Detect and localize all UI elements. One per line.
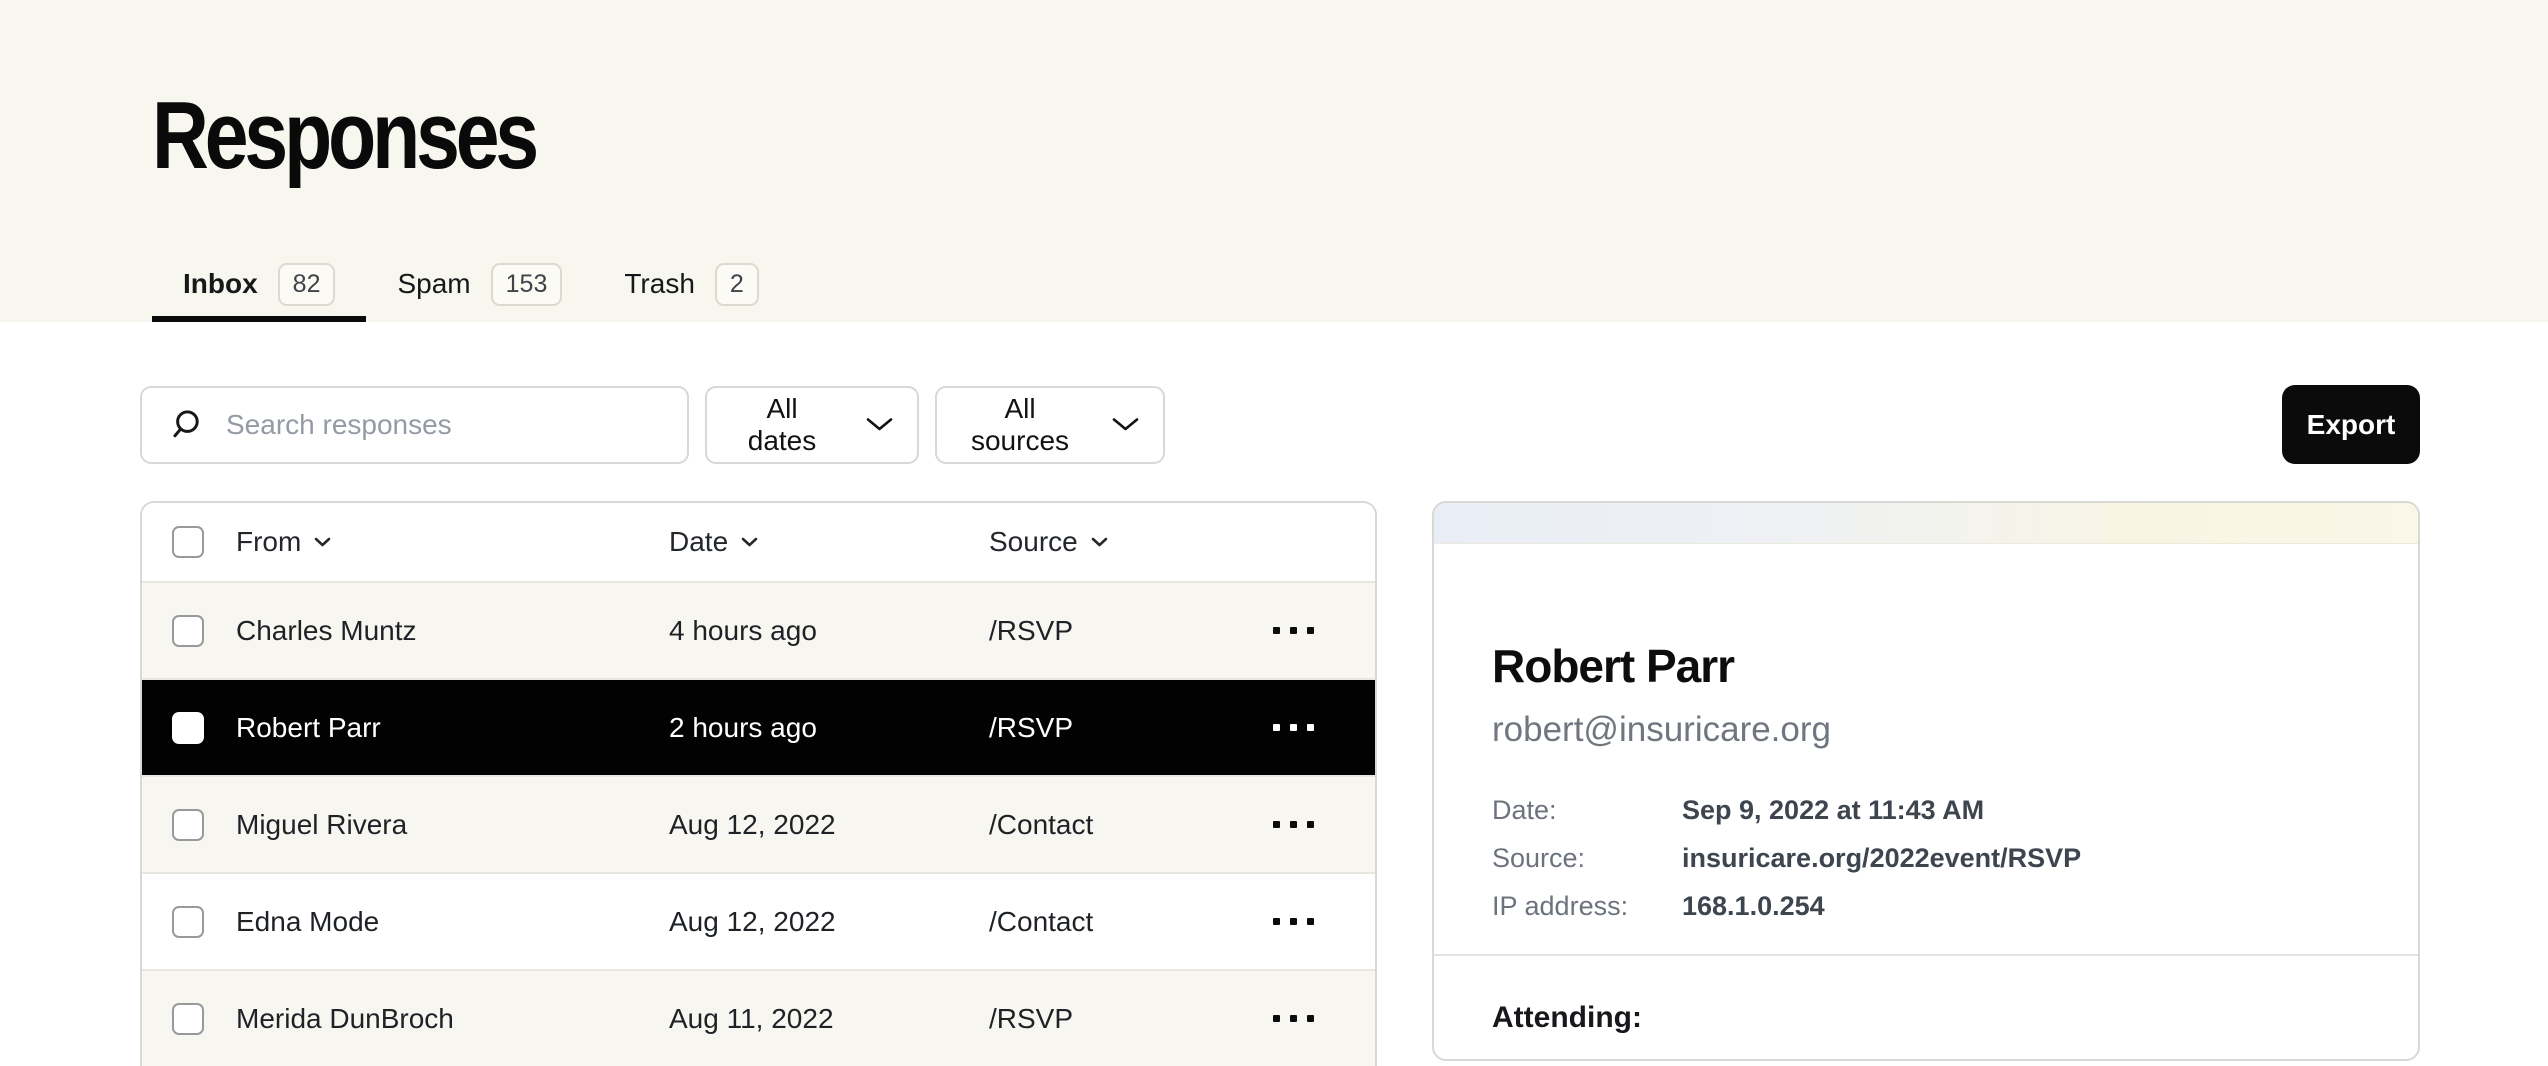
row-checkbox[interactable] <box>172 906 204 938</box>
row-from-cell: Charles Muntz <box>236 615 669 647</box>
row-more-button[interactable] <box>1267 1001 1320 1036</box>
table-row[interactable]: Miguel Rivera Aug 12, 2022 /Contact <box>142 777 1375 872</box>
ellipsis-icon <box>1307 627 1314 634</box>
row-checkbox[interactable] <box>172 615 204 647</box>
date-filter-label: All dates <box>734 393 830 457</box>
ellipsis-icon <box>1273 918 1280 925</box>
meta-value: Sep 9, 2022 at 11:43 AM <box>1682 797 1984 824</box>
table-row[interactable]: Charles Muntz 4 hours ago /RSVP <box>142 583 1375 678</box>
respondent-email: robert@insuricare.org <box>1492 710 2358 750</box>
tab-inbox[interactable]: Inbox 82 <box>152 252 366 322</box>
row-date-cell: 2 hours ago <box>669 712 989 744</box>
export-button[interactable]: Export <box>2282 385 2420 464</box>
tab-label: Trash <box>624 268 695 300</box>
tab-spam[interactable]: Spam 153 <box>366 252 593 322</box>
row-more-button[interactable] <box>1267 807 1320 842</box>
row-source-cell: /Contact <box>989 809 1239 841</box>
chevron-down-icon <box>866 417 893 432</box>
detail-body: Robert Parr robert@insuricare.org Date: … <box>1434 544 2418 1035</box>
source-filter-label: All sources <box>964 393 1076 457</box>
tab-label: Inbox <box>183 268 258 300</box>
ellipsis-icon <box>1273 821 1280 828</box>
row-more-button[interactable] <box>1267 613 1320 648</box>
row-source-cell: /RSVP <box>989 615 1239 647</box>
ellipsis-icon <box>1307 724 1314 731</box>
date-filter-dropdown[interactable]: All dates <box>705 386 919 464</box>
row-from-cell: Robert Parr <box>236 712 669 744</box>
row-from-cell: Edna Mode <box>236 906 669 938</box>
meta-value: insuricare.org/2022event/RSVP <box>1682 845 2081 872</box>
table-row[interactable]: Edna Mode Aug 12, 2022 /Contact <box>142 874 1375 969</box>
ellipsis-icon <box>1307 821 1314 828</box>
ellipsis-icon <box>1307 918 1314 925</box>
ellipsis-icon <box>1290 1015 1297 1022</box>
search-input[interactable] <box>224 408 667 442</box>
chevron-down-icon <box>1112 417 1139 432</box>
responses-table: From Date Source <box>140 501 1377 1066</box>
tab-count-badge: 2 <box>715 263 759 306</box>
tab-label: Spam <box>397 268 470 300</box>
row-from-cell: Miguel Rivera <box>236 809 669 841</box>
detail-divider <box>1434 954 2418 956</box>
content-panels: From Date Source <box>140 501 2420 1066</box>
tab-count-badge: 82 <box>278 263 336 306</box>
ellipsis-icon <box>1307 1015 1314 1022</box>
column-label: Date <box>669 526 728 558</box>
meta-row: Date: Sep 9, 2022 at 11:43 AM <box>1492 797 2358 824</box>
hero-section: Responses Inbox 82 Spam 153 Trash 2 <box>0 0 2548 322</box>
response-meta: Date: Sep 9, 2022 at 11:43 AM Source: in… <box>1492 797 2358 920</box>
meta-value: 168.1.0.254 <box>1682 893 1825 920</box>
row-source-cell: /Contact <box>989 906 1239 938</box>
meta-label: Source: <box>1492 845 1682 872</box>
row-date-cell: Aug 12, 2022 <box>669 906 989 938</box>
table-body: Charles Muntz 4 hours ago /RSVP Robert P… <box>142 581 1375 1066</box>
ellipsis-icon <box>1290 627 1297 634</box>
select-all-checkbox[interactable] <box>172 526 204 558</box>
search-box[interactable] <box>140 386 689 464</box>
meta-row: Source: insuricare.org/2022event/RSVP <box>1492 845 2358 872</box>
ellipsis-icon <box>1273 627 1280 634</box>
column-label: From <box>236 526 301 558</box>
row-checkbox[interactable] <box>172 809 204 841</box>
row-more-button[interactable] <box>1267 710 1320 745</box>
column-header-from[interactable]: From <box>236 526 669 558</box>
row-date-cell: Aug 12, 2022 <box>669 809 989 841</box>
row-date-cell: 4 hours ago <box>669 615 989 647</box>
source-filter-dropdown[interactable]: All sources <box>935 386 1165 464</box>
column-label: Source <box>989 526 1078 558</box>
search-icon <box>169 408 203 442</box>
tab-count-badge: 153 <box>491 263 563 306</box>
meta-label: Date: <box>1492 797 1682 824</box>
response-detail-panel: Robert Parr robert@insuricare.org Date: … <box>1432 501 2420 1061</box>
table-header-row: From Date Source <box>142 503 1375 581</box>
ellipsis-icon <box>1273 1015 1280 1022</box>
table-row[interactable]: Merida DunBroch Aug 11, 2022 /RSVP <box>142 971 1375 1066</box>
tab-trash[interactable]: Trash 2 <box>593 252 789 322</box>
detail-header-band <box>1434 503 2418 544</box>
row-source-cell: /RSVP <box>989 712 1239 744</box>
row-more-button[interactable] <box>1267 904 1320 939</box>
sort-chevron-icon <box>1091 537 1108 547</box>
row-checkbox[interactable] <box>172 712 204 744</box>
table-row[interactable]: Robert Parr 2 hours ago /RSVP <box>142 680 1375 775</box>
column-header-source[interactable]: Source <box>989 526 1239 558</box>
respondent-name: Robert Parr <box>1492 639 2358 693</box>
sort-chevron-icon <box>314 537 331 547</box>
ellipsis-icon <box>1290 821 1297 828</box>
meta-label: IP address: <box>1492 893 1682 920</box>
column-header-date[interactable]: Date <box>669 526 989 558</box>
ellipsis-icon <box>1273 724 1280 731</box>
meta-row: IP address: 168.1.0.254 <box>1492 893 2358 920</box>
tab-bar: Inbox 82 Spam 153 Trash 2 <box>152 252 790 322</box>
main-content: All dates All sources Export Fr <box>0 322 2548 1066</box>
ellipsis-icon <box>1290 724 1297 731</box>
toolbar: All dates All sources Export <box>140 385 2420 464</box>
page-title: Responses <box>152 88 2117 184</box>
ellipsis-icon <box>1290 918 1297 925</box>
sort-chevron-icon <box>741 537 758 547</box>
